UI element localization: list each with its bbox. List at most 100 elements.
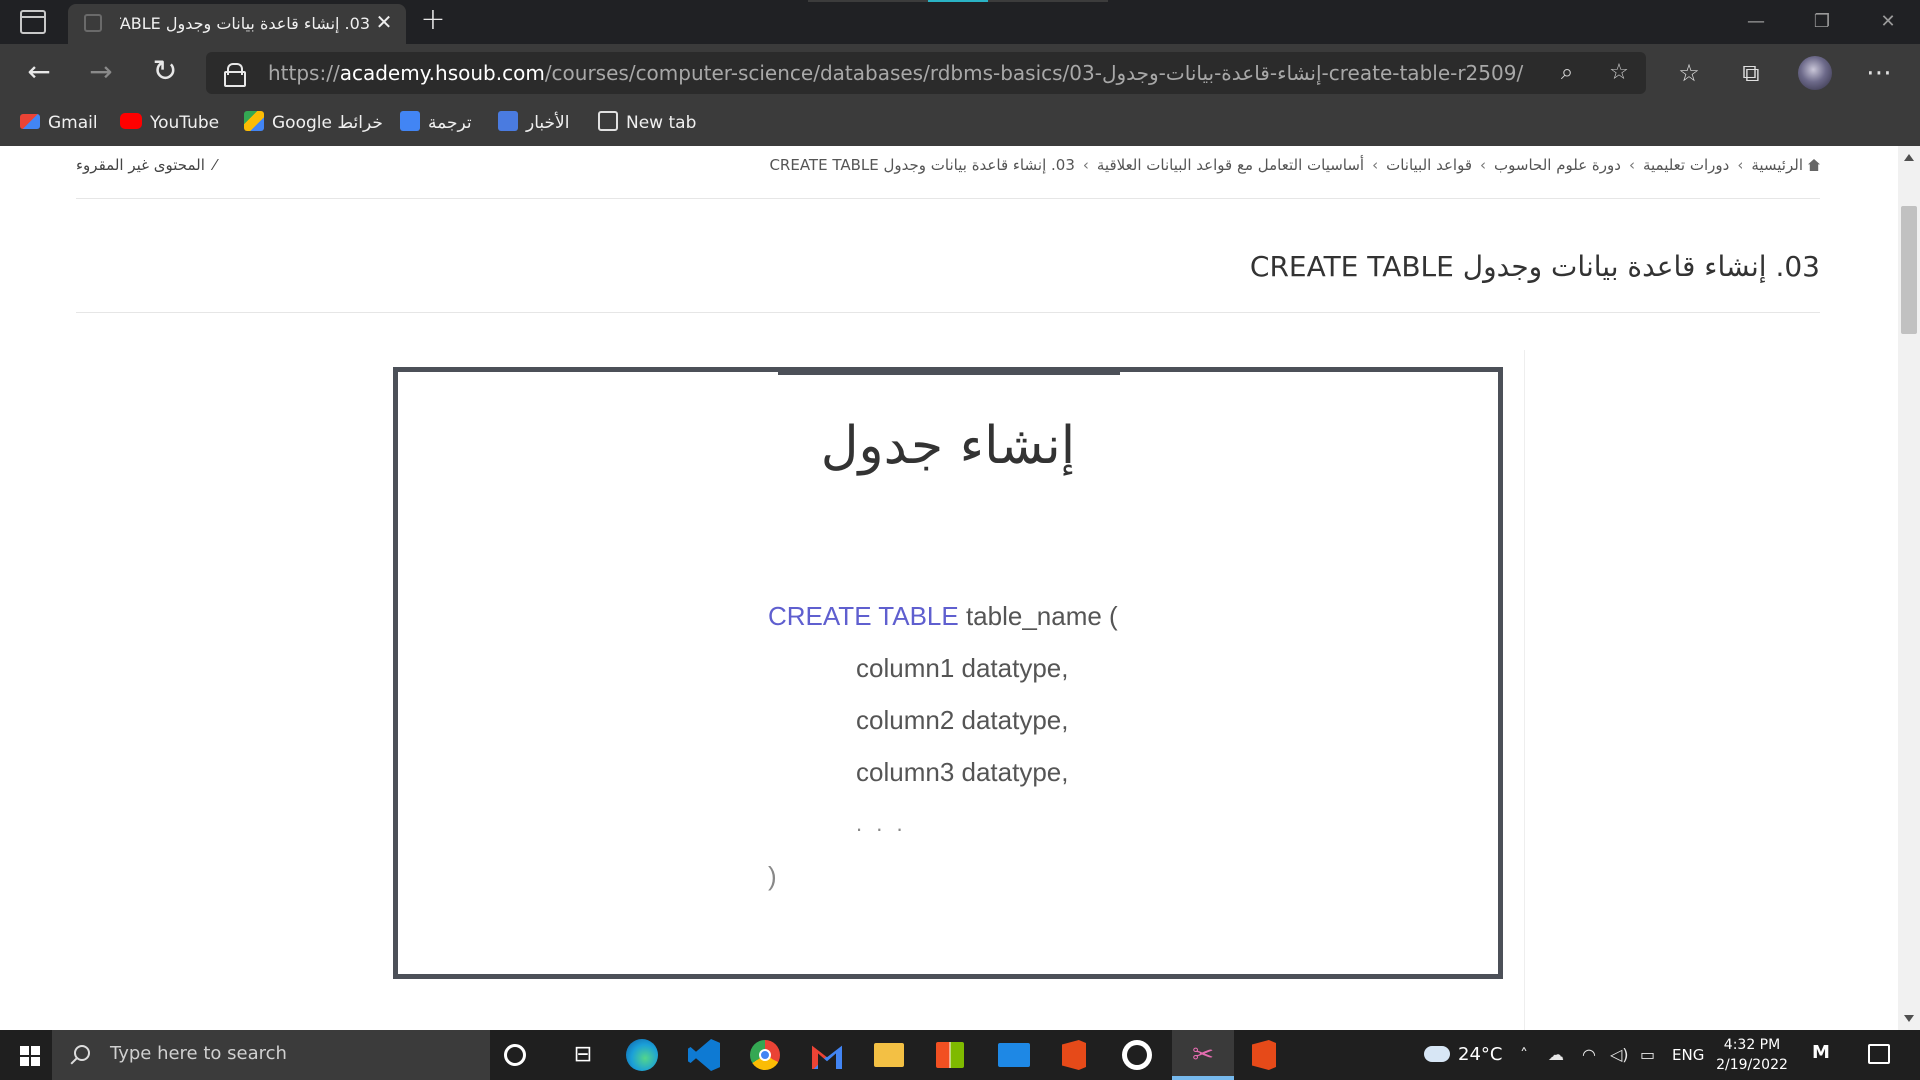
bookmark-gmail[interactable]: Gmail — [20, 110, 98, 136]
volume-icon[interactable]: ◁) — [1610, 1044, 1629, 1066]
cloud-icon — [1424, 1046, 1450, 1062]
edge-app-icon[interactable] — [626, 1039, 658, 1071]
windows-taskbar: Type here to search ⊟ ✂ 24°C ˄ ☁ ◠ ◁) ▭ … — [0, 1030, 1920, 1080]
url-path: /courses/computer-science/databases/rdbm… — [544, 61, 1524, 85]
code-snippet: CREATE TABLE table_name ( column1 dataty… — [768, 590, 1118, 902]
task-view-icon[interactable]: ⊟ — [566, 1038, 600, 1072]
bookmark-youtube[interactable]: YouTube — [120, 110, 219, 136]
tab-progress-indicator — [808, 0, 1108, 2]
breadcrumb-separator: › — [1082, 156, 1089, 174]
bookmark-label: Gmail — [48, 113, 98, 133]
breadcrumb-separator: › — [1372, 156, 1379, 174]
code-ellipsis: . . . — [856, 811, 907, 836]
scroll-thumb[interactable] — [1901, 206, 1917, 334]
office-app-icon[interactable] — [1062, 1040, 1086, 1070]
snipping-tool-icon[interactable]: ✂ — [1186, 1038, 1220, 1072]
new-tab-icon — [598, 111, 618, 131]
show-hidden-icons-icon[interactable]: ˄ — [1520, 1044, 1528, 1066]
address-bar[interactable]: https://academy.hsoub.com/courses/comput… — [206, 52, 1646, 94]
zoom-icon[interactable]: ⌕ — [1554, 60, 1580, 86]
unread-content-link[interactable]: المحتوى غير المقروء ⁄ — [76, 156, 216, 174]
url-text[interactable]: https://academy.hsoub.com/courses/comput… — [268, 61, 1523, 85]
notification-app-icon[interactable]: M — [1812, 1042, 1830, 1063]
add-favorite-icon[interactable]: ☆ — [1606, 60, 1632, 86]
forward-button[interactable]: → — [84, 56, 118, 90]
bookmark-label: Google خرائط — [272, 113, 383, 133]
wifi-icon[interactable]: ◠ — [1582, 1044, 1596, 1066]
breadcrumb-item-databases[interactable]: قواعد البيانات — [1386, 156, 1472, 174]
gmail-app-icon[interactable] — [812, 1045, 842, 1069]
code-keyword: CREATE TABLE — [768, 601, 959, 631]
search-icon — [74, 1045, 90, 1061]
system-clock[interactable]: 4:32 PM 2/19/2022 — [1712, 1035, 1792, 1075]
breadcrumb-item-cs-course[interactable]: دورة علوم الحاسوب — [1494, 156, 1621, 174]
action-center-icon[interactable] — [1868, 1044, 1890, 1064]
breadcrumb: الرئيسية › دورات تعليمية › دورة علوم الحاسوب… — [690, 156, 1820, 174]
code-text: table_name ( — [958, 601, 1118, 631]
breadcrumb-item-home[interactable]: الرئيسية — [1751, 156, 1803, 174]
unread-label: المحتوى غير المقروء — [76, 156, 205, 174]
breadcrumb-separator: › — [1480, 156, 1486, 174]
bookmark-news[interactable]: الأخبار — [498, 110, 569, 136]
url-host: academy.hsoub.com — [339, 61, 545, 85]
chrome-app-icon[interactable] — [750, 1040, 780, 1070]
code-line: column1 datatype, — [856, 653, 1069, 683]
clock-time: 4:32 PM — [1723, 1037, 1781, 1053]
bookmark-translate[interactable]: ترجمة — [400, 110, 472, 136]
whatsapp-app-icon[interactable] — [1122, 1040, 1152, 1070]
microsoft-store-icon[interactable] — [936, 1042, 964, 1068]
favorites-icon[interactable]: ☆ — [1672, 56, 1706, 90]
tab-favicon-icon — [84, 14, 102, 32]
page-scrollbar[interactable] — [1898, 146, 1920, 1030]
minimize-window-button[interactable]: — — [1736, 8, 1776, 36]
active-tab[interactable]: 03. إنشاء قاعدة بيانات وجدول CREATE TABL… — [68, 4, 406, 44]
reload-button[interactable]: ↻ — [148, 56, 182, 90]
code-line: column3 datatype, — [856, 757, 1069, 787]
language-indicator[interactable]: ENG — [1672, 1046, 1704, 1064]
page-title: 03. إنشاء قاعدة بيانات وجدول CREATE TABL… — [1249, 250, 1820, 283]
onedrive-icon[interactable]: ☁ — [1548, 1044, 1564, 1066]
google-news-icon — [498, 111, 518, 131]
office-app-icon[interactable] — [1252, 1040, 1276, 1070]
navigation-bar: ← → ↻ https://academy.hsoub.com/courses/… — [0, 44, 1920, 100]
lock-icon[interactable] — [224, 63, 246, 87]
bookmarks-bar: Gmail YouTube Google خرائط ترجمة الأخبار… — [0, 100, 1920, 146]
restore-window-button[interactable]: ❐ — [1802, 8, 1842, 36]
scroll-down-icon[interactable] — [1904, 1015, 1914, 1022]
search-placeholder: Type here to search — [110, 1043, 287, 1064]
magic-wand-icon: ⁄ — [213, 156, 217, 174]
page-content: الرئيسية › دورات تعليمية › دورة علوم الحاسوب… — [0, 146, 1920, 1030]
battery-icon[interactable]: ▭ — [1640, 1044, 1655, 1066]
breadcrumb-item-current: 03. إنشاء قاعدة بيانات وجدول CREATE TABL… — [769, 156, 1075, 174]
close-tab-icon[interactable]: ✕ — [372, 10, 396, 34]
bookmark-google-maps[interactable]: Google خرائط — [244, 110, 383, 136]
scroll-up-icon[interactable] — [1904, 154, 1914, 161]
more-options-icon[interactable]: ⋯ — [1862, 56, 1896, 90]
taskbar-search-box[interactable]: Type here to search — [52, 1030, 490, 1080]
tab-actions-icon[interactable] — [20, 10, 46, 34]
collections-icon[interactable]: ⧉ — [1734, 56, 1768, 90]
breadcrumb-item-rdbms-basics[interactable]: أساسيات التعامل مع قواعد البيانات العلاق… — [1097, 156, 1364, 174]
breadcrumb-item-courses[interactable]: دورات تعليمية — [1643, 156, 1729, 174]
clock-date: 2/19/2022 — [1716, 1057, 1788, 1073]
active-app-indicator — [1172, 1076, 1234, 1080]
slide-top-accent — [778, 367, 1120, 375]
cortana-icon[interactable] — [504, 1044, 526, 1066]
file-explorer-icon[interactable] — [874, 1043, 904, 1067]
divider — [76, 312, 1820, 313]
close-window-button[interactable]: ✕ — [1868, 8, 1908, 36]
vscode-app-icon[interactable] — [688, 1039, 720, 1071]
bookmark-new-tab[interactable]: New tab — [598, 110, 696, 136]
windows-start-icon[interactable] — [20, 1046, 40, 1066]
code-line: CREATE TABLE table_name ( — [768, 590, 1118, 642]
bookmark-label: New tab — [626, 113, 697, 133]
new-tab-button[interactable]: + — [418, 5, 448, 36]
home-icon — [1808, 159, 1820, 171]
mail-app-icon[interactable] — [998, 1043, 1030, 1067]
back-button[interactable]: ← — [22, 56, 56, 90]
bookmark-label: ترجمة — [428, 113, 472, 133]
url-prefix: https:// — [268, 61, 340, 85]
weather-widget[interactable]: 24°C — [1424, 1044, 1502, 1065]
tab-title: 03. إنشاء قاعدة بيانات وجدول CREATE TABL… — [120, 14, 370, 33]
profile-avatar[interactable] — [1798, 56, 1832, 90]
